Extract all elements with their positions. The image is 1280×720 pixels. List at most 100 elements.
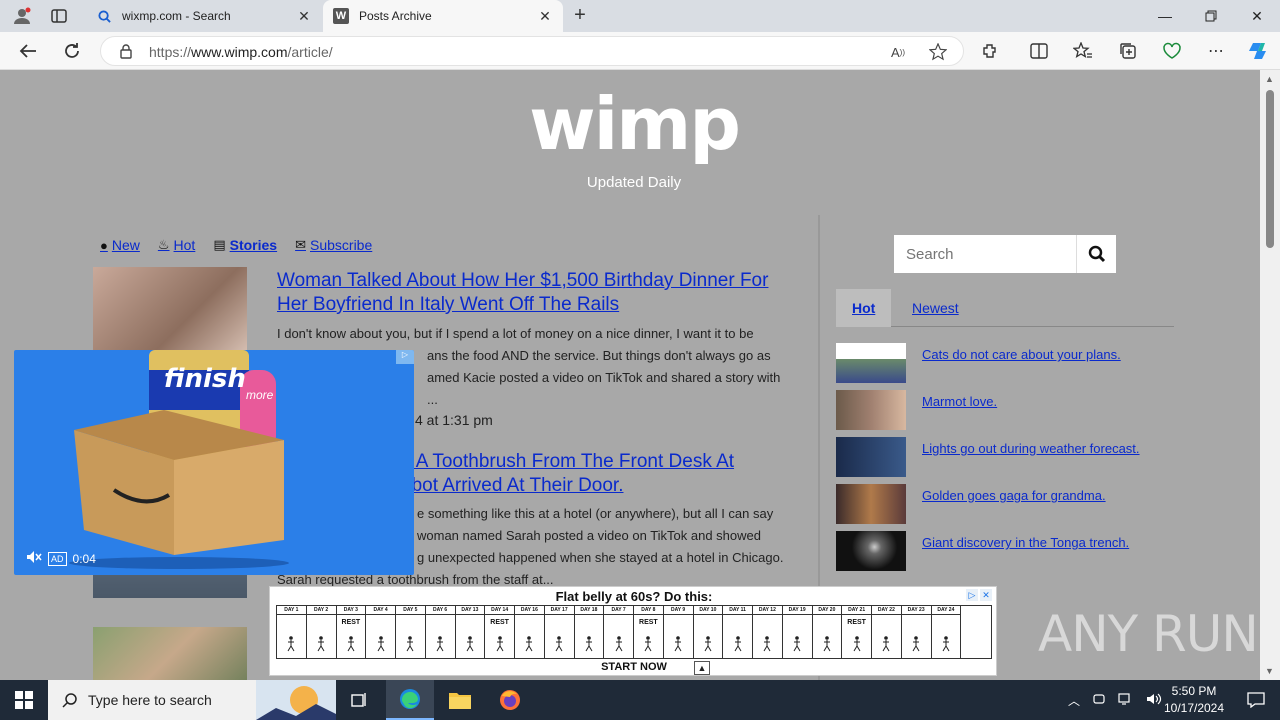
thumbnail-image[interactable] [836,484,906,524]
article-thumbnail[interactable] [93,267,247,357]
article-title[interactable]: d A Toothbrush From The Front Desk At ob… [401,450,801,498]
minimize-button[interactable]: — [1142,0,1188,32]
list-item[interactable]: Marmot love. [836,390,1176,430]
scroll-down-icon[interactable]: ▼ [1265,666,1274,676]
close-tab-icon[interactable]: ✕ [296,8,312,25]
nav-hot[interactable]: ♨ Hot [158,237,195,253]
mute-icon[interactable] [26,550,42,567]
address-bar[interactable]: https://www.wimp.com/article/ A)) [100,36,964,66]
calendar-day: DAY 21 REST [842,606,872,658]
profile-icon[interactable] [8,4,36,28]
notifications-icon[interactable] [1232,680,1280,720]
calendar-day-label: DAY 5 [396,606,425,615]
ad-time: 0:04 [72,551,96,566]
calendar-day-label: DAY 24 [931,606,961,615]
video-ad[interactable]: finish more ▷ AD 0:04 [14,350,414,575]
thumbnail-image[interactable] [836,390,906,430]
calendar-day: DAY 23 [901,606,932,658]
url-text[interactable]: https://www.wimp.com/article/ [149,44,333,60]
collections-icon[interactable] [1114,38,1142,64]
article-thumbnail[interactable] [93,627,247,680]
list-item[interactable]: Cats do not care about your plans. [836,343,1176,383]
hot-item-link[interactable]: Marmot love. [922,394,997,409]
collapse-icon[interactable]: ▲ [694,661,710,675]
close-tab-icon[interactable]: ✕ [537,8,553,25]
read-aloud-icon[interactable]: A)) [887,41,909,63]
meet-now-icon[interactable] [1092,692,1106,709]
banner-ad[interactable]: Flat belly at 60s? Do this: ▷ ✕ DAY 1 DAY… [269,586,997,676]
nav-subscribe[interactable]: ✉ Subscribe [295,237,372,253]
exercise-figure-icon [287,636,295,652]
calendar-day-label: DAY 21 [842,606,871,615]
hot-item-link[interactable]: Golden goes gaga for grandma. [922,488,1106,503]
ad-controls: ▷ ✕ [966,589,992,601]
close-ad-icon[interactable]: ✕ [980,589,992,601]
scroll-up-icon[interactable]: ▲ [1265,74,1274,84]
extensions-icon[interactable] [976,38,1004,64]
list-item[interactable]: Golden goes gaga for grandma. [836,484,1176,524]
calendar-day-label: DAY 17 [544,606,574,615]
search-input[interactable] [894,235,1076,273]
article-date: 4 at 1:31 pm [415,412,493,428]
lock-icon[interactable] [119,43,135,59]
refresh-button[interactable] [58,38,86,64]
thumbnail-image[interactable] [836,437,906,477]
article-title[interactable]: Woman Talked About How Her $1,500 Birthd… [277,269,797,317]
page-scrollbar[interactable]: ▲ ▼ [1260,70,1280,680]
calendar-day-label: DAY 23 [901,606,931,615]
tab-actions-icon[interactable] [44,4,74,28]
split-screen-icon[interactable] [1025,38,1053,64]
system-clock[interactable]: 5:50 PM 10/17/2024 [1158,683,1230,717]
tab-search[interactable]: wixmp.com - Search ✕ [86,0,322,32]
calendar-day-label: DAY 11 [723,606,752,615]
scrollbar-thumb[interactable] [1266,90,1274,248]
nav-stories[interactable]: ▤ Stories [213,237,277,253]
taskbar-search[interactable]: Type here to search [48,680,336,720]
network-icon[interactable] [1118,692,1134,709]
more-menu-icon[interactable]: ⋯ [1202,38,1230,64]
favorites-icon[interactable] [1069,38,1097,64]
chevron-up-icon[interactable]: ︿ [1068,692,1080,709]
copilot-icon[interactable] [1244,38,1272,64]
sidebar-tabs: Hot Newest [836,289,1174,327]
calendar-day-label: DAY 12 [753,606,782,615]
exercise-figure-icon [377,636,385,652]
hot-item-link[interactable]: Lights go out during weather forecast. [922,441,1140,456]
back-button[interactable] [14,38,42,64]
firefox-icon[interactable] [486,680,534,720]
exercise-figure-icon [466,636,474,652]
list-item[interactable]: Giant discovery in the Tonga trench. [836,531,1176,571]
rest-label: REST [639,619,658,626]
tab-posts-archive[interactable]: W Posts Archive ✕ [323,0,563,32]
tab-newest[interactable]: Newest [896,289,975,327]
banner-cta[interactable]: START NOW [270,661,996,673]
exercise-figure-icon [942,636,950,652]
tab-hot[interactable]: Hot [836,289,892,327]
restore-button[interactable] [1188,0,1234,32]
search-icon [1088,245,1105,263]
site-logo[interactable]: wimp [524,84,744,164]
hot-item-link[interactable]: Giant discovery in the Tonga trench. [922,535,1129,550]
site-tagline: Updated Daily [586,174,682,191]
exercise-figure-icon [496,636,504,652]
adchoices-icon[interactable]: ▷ [966,589,978,601]
calendar-day: DAY 9 [663,606,694,658]
close-window-button[interactable]: ✕ [1234,0,1280,32]
file-explorer-icon[interactable] [436,680,484,720]
hot-item-link[interactable]: Cats do not care about your plans. [922,347,1121,362]
calendar-day: DAY 3 REST [336,606,367,658]
list-item[interactable]: Lights go out during weather forecast. [836,437,1176,477]
new-tab-button[interactable]: + [568,4,592,28]
edge-app-icon[interactable] [386,680,434,720]
search-button[interactable] [1076,235,1116,273]
performance-icon[interactable] [1158,38,1186,64]
exercise-figure-icon [793,636,801,652]
favorite-star-icon[interactable] [927,41,949,63]
adchoices-icon[interactable]: ▷ [396,350,414,364]
exercise-figure-icon [436,636,444,652]
windows-start-icon[interactable] [0,680,48,720]
thumbnail-image[interactable] [836,531,906,571]
nav-new[interactable]: ● New [100,237,140,253]
thumbnail-image[interactable] [836,343,906,383]
task-view-icon[interactable] [336,680,384,720]
